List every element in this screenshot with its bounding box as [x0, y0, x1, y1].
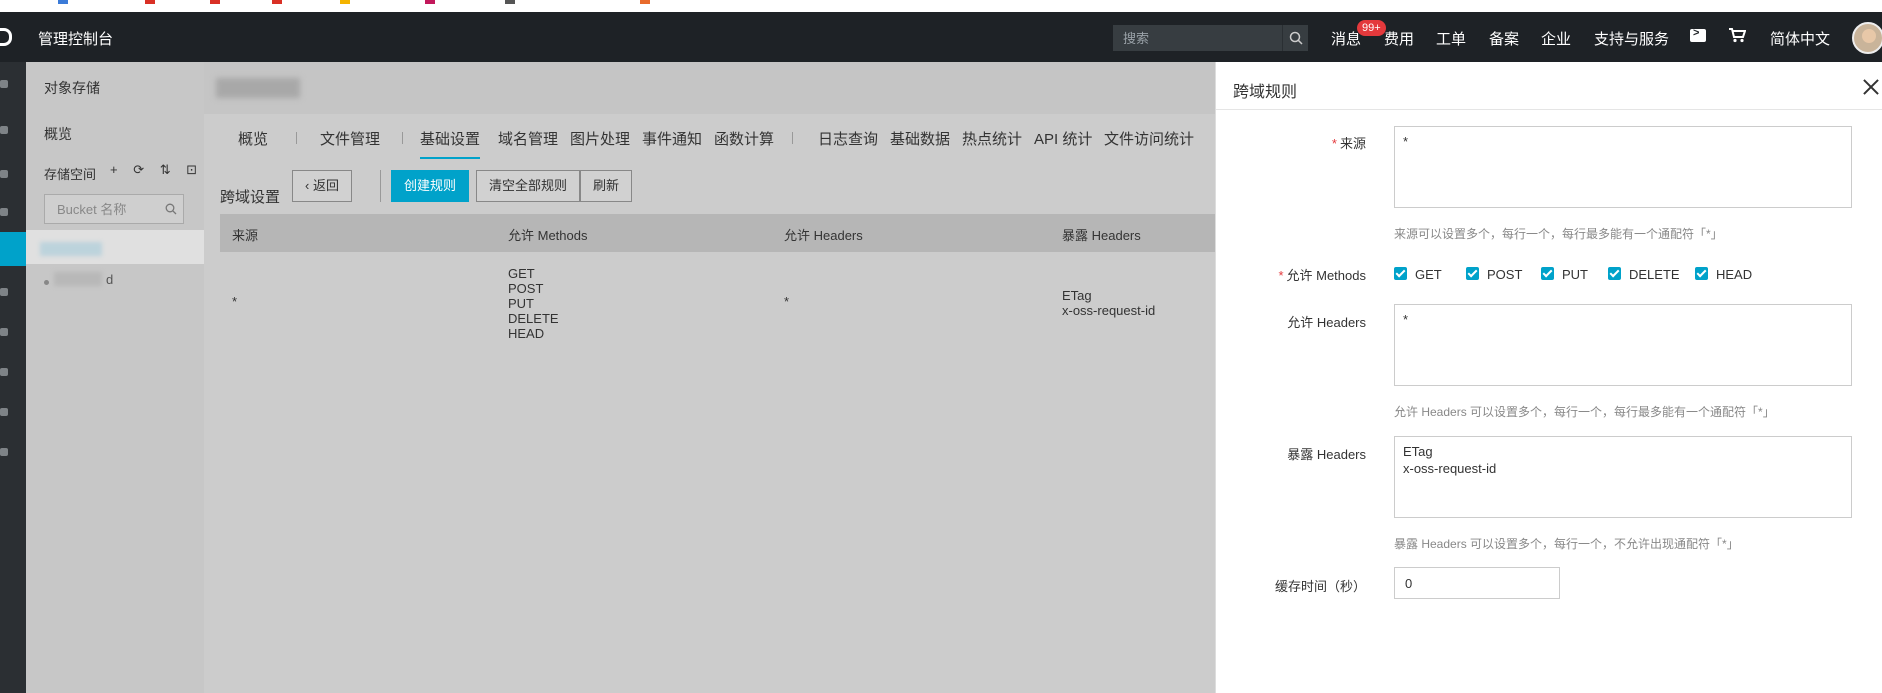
nav-enterprise[interactable]: 企业: [1541, 28, 1571, 49]
bucket-section-label: 存储空间: [44, 167, 97, 182]
terminal-icon[interactable]: [1690, 27, 1706, 42]
oss-icon-active[interactable]: [0, 232, 26, 266]
product-icon[interactable]: [0, 328, 8, 336]
bucket-name-redacted: [40, 242, 102, 256]
product-icon[interactable]: [0, 448, 8, 456]
drawer-divider: [1216, 109, 1882, 110]
tab-function-compute[interactable]: 函数计算: [714, 128, 774, 149]
nav-filing[interactable]: 备案: [1489, 28, 1519, 49]
allowed-headers-label: 允许 Headers: [1287, 315, 1366, 330]
cell-exposed-headers: ETag x-oss-request-id: [1062, 288, 1156, 318]
bucket-search-input[interactable]: [45, 195, 163, 223]
browser-bookmark-strip: [0, 0, 1882, 12]
bucket-header: [204, 62, 1215, 114]
cell-allowed-headers: *: [784, 294, 790, 309]
column-allowed-methods: 允许 Methods: [508, 228, 588, 243]
bucket-tools[interactable]: + ⟳ ⇅ ⊡: [110, 162, 203, 178]
bucket-tabs: 概览 文件管理 基础设置 域名管理 图片处理 事件通知 函数计算 日志查询 基础…: [204, 114, 1215, 159]
product-icon[interactable]: [0, 208, 8, 216]
search-button[interactable]: [1282, 25, 1308, 51]
logo-icon[interactable]: [0, 28, 12, 46]
cart-icon[interactable]: [1728, 27, 1747, 46]
column-origin: 来源: [232, 228, 259, 243]
cors-settings-label: 跨域设置: [220, 189, 281, 206]
tab-hotspot-stats[interactable]: 热点统计: [962, 128, 1022, 149]
product-icon[interactable]: [0, 368, 8, 376]
tab-image-processing[interactable]: 图片处理: [570, 128, 630, 149]
cell-methods: GET POST PUT DELETE HEAD: [508, 266, 559, 341]
global-search-input[interactable]: [1113, 25, 1283, 51]
allowed-methods-label: * 允许 Methods: [1278, 268, 1366, 283]
checkbox-checked-icon: [1466, 267, 1479, 280]
sidebar-item-overview[interactable]: 概览: [44, 124, 72, 144]
drawer-title: 跨域规则: [1233, 84, 1298, 101]
nav-tickets[interactable]: 工单: [1436, 28, 1466, 49]
main-content: 概览 文件管理 基础设置 域名管理 图片处理 事件通知 函数计算 日志查询 基础…: [204, 62, 1215, 693]
checkbox-checked-icon: [1608, 267, 1621, 280]
table-header: 来源 允许 Methods 允许 Headers 暴露 Headers: [220, 214, 1215, 252]
tab-api-stats[interactable]: API 统计: [1034, 128, 1092, 149]
clear-all-rules-button[interactable]: 清空全部规则: [476, 170, 581, 202]
tab-divider: [792, 132, 793, 144]
exposed-headers-textarea[interactable]: ETag x-oss-request-id: [1394, 436, 1852, 518]
home-icon[interactable]: [0, 126, 8, 134]
tab-divider: [296, 132, 297, 144]
product-icon[interactable]: [0, 288, 8, 296]
nav-messages[interactable]: 消息: [1331, 28, 1361, 49]
oss-sidebar: 对象存储 概览 存储空间 + ⟳ ⇅ ⊡ d: [26, 62, 204, 693]
nav-language[interactable]: 简体中文: [1770, 28, 1830, 49]
product-icon[interactable]: [0, 408, 8, 416]
nav-support[interactable]: 支持与服务: [1594, 28, 1669, 49]
create-rule-button[interactable]: 创建规则: [391, 170, 470, 202]
column-exposed-headers: 暴露 Headers: [1062, 228, 1141, 243]
bucket-dot-icon: [44, 280, 49, 285]
cache-time-input[interactable]: [1394, 567, 1560, 599]
close-icon[interactable]: [1861, 77, 1881, 97]
allowed-headers-hint: 允许 Headers 可以设置多个，每行一个，每行最多能有一个通配符「*」: [1394, 405, 1775, 419]
tab-files[interactable]: 文件管理: [320, 128, 380, 149]
refresh-button[interactable]: 刷新: [580, 170, 633, 202]
origin-hint: 来源可以设置多个，每行一个，每行最多能有一个通配符「*」: [1394, 227, 1723, 241]
bucket-title-redacted: [216, 78, 300, 98]
tab-event-notification[interactable]: 事件通知: [642, 128, 702, 149]
checkbox-checked-icon: [1394, 267, 1407, 280]
messages-badge: 99+: [1357, 20, 1386, 36]
product-icon-bar: [0, 62, 26, 693]
cell-origin: *: [232, 294, 238, 309]
sidebar-title: 对象存储: [44, 80, 100, 96]
tab-basic-data[interactable]: 基础数据: [890, 128, 950, 149]
search-icon: [165, 203, 177, 215]
cors-rule-drawer: 跨域规则 * 来源 * 来源可以设置多个，每行一个，每行最多能有一个通配符「*」 …: [1215, 62, 1882, 693]
user-avatar[interactable]: [1852, 22, 1882, 54]
tab-divider: [402, 132, 403, 144]
origin-textarea[interactable]: *: [1394, 126, 1852, 208]
global-search: [1113, 25, 1285, 51]
nav-billing[interactable]: 费用: [1384, 28, 1414, 49]
exposed-headers-label: 暴露 Headers: [1287, 447, 1366, 462]
checkbox-checked-icon: [1695, 267, 1708, 280]
back-button[interactable]: ‹ 返回: [292, 170, 352, 202]
bucket-search: [44, 194, 184, 224]
top-navigation-bar: 管理控制台 消息 99+ 费用 工单 备案 企业 支持与服务 简体中文: [0, 12, 1882, 62]
tab-basic-settings[interactable]: 基础设置: [420, 128, 481, 159]
menu-icon[interactable]: [0, 80, 8, 88]
tab-overview[interactable]: 概览: [238, 128, 268, 149]
product-icon[interactable]: [0, 170, 8, 178]
console-title[interactable]: 管理控制台: [38, 28, 113, 49]
toolbar-divider: [380, 170, 381, 202]
allowed-headers-textarea[interactable]: *: [1394, 304, 1852, 386]
bucket-item-label[interactable]: d: [106, 272, 113, 287]
exposed-headers-hint: 暴露 Headers 可以设置多个，每行一个，不允许出现通配符「*」: [1394, 537, 1739, 551]
bucket-name-redacted: [54, 272, 102, 286]
tab-log-query[interactable]: 日志查询: [818, 128, 878, 149]
origin-label: * 来源: [1331, 136, 1366, 151]
back-button-label: 返回: [312, 178, 339, 193]
tab-file-access-stats[interactable]: 文件访问统计: [1104, 128, 1194, 149]
search-icon: [1289, 31, 1303, 45]
cache-time-label: 缓存时间（秒）: [1274, 579, 1366, 594]
background-page: 对象存储 概览 存储空间 + ⟳ ⇅ ⊡ d 概览 文件管理 基础设置 域名管理…: [0, 62, 1215, 693]
checkbox-checked-icon: [1541, 267, 1554, 280]
tab-domains[interactable]: 域名管理: [498, 128, 558, 149]
column-allowed-headers: 允许 Headers: [784, 228, 863, 243]
